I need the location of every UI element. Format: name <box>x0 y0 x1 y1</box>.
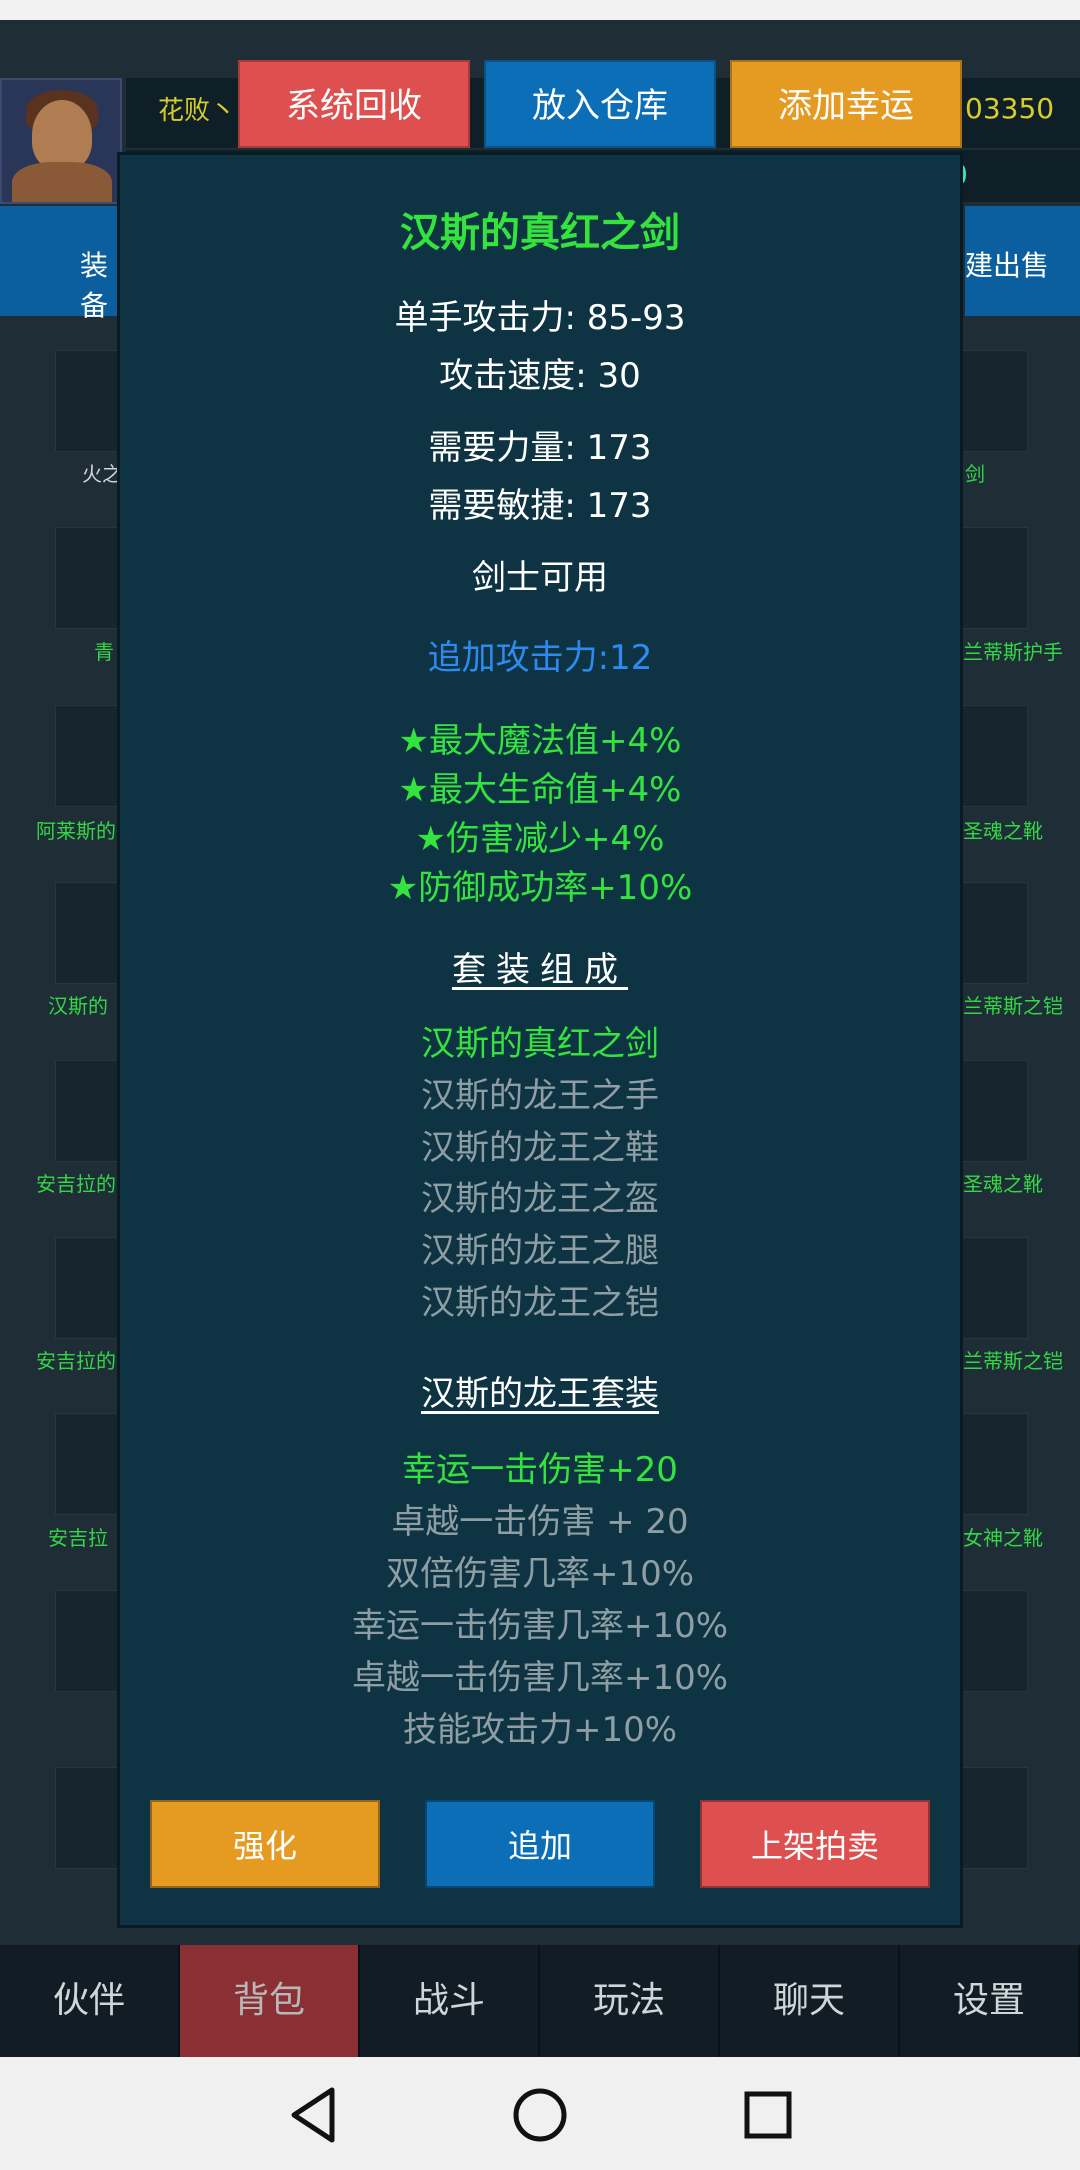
set-part: 汉斯的龙王之铠 <box>421 1283 659 1323</box>
recents-icon[interactable] <box>733 2080 803 2150</box>
inventory-slot-label: 青 <box>94 640 114 664</box>
set-part: 汉斯的龙王之手 <box>421 1076 659 1116</box>
excellent-option: ★伤害减少+4% <box>415 819 665 859</box>
inventory-slot-label: 剑 <box>965 462 985 486</box>
item-name: 汉斯的真红之剑 <box>400 210 680 256</box>
set-bonus: 卓越一击伤害几率+10% <box>351 1658 729 1698</box>
excellent-option: ★最大魔法值+4% <box>398 721 682 761</box>
set-part: 汉斯的龙王之腿 <box>421 1231 659 1271</box>
set-part: 汉斯的龙王之盔 <box>421 1179 659 1219</box>
set-bonus: 技能攻击力+10% <box>402 1710 678 1750</box>
item-class: 剑士可用 <box>472 558 608 598</box>
inventory-slot-label: 阿莱斯的 <box>36 819 116 843</box>
status-bar <box>0 0 1080 20</box>
excellent-option: ★防御成功率+10% <box>387 868 693 908</box>
avatar-face <box>32 100 92 170</box>
set-bonus: 双倍伤害几率+10% <box>385 1554 695 1594</box>
inventory-slot-label: 兰蒂斯护手 <box>963 640 1063 664</box>
back-icon[interactable] <box>282 2080 352 2150</box>
tab-sell-label: 建出售 <box>965 249 1050 282</box>
nav-settings[interactable]: 设置 <box>900 1945 1080 2057</box>
put-in-warehouse-button[interactable]: 放入仓库 <box>484 60 716 148</box>
set-bonus: 幸运一击伤害几率+10% <box>351 1606 729 1646</box>
home-icon[interactable] <box>505 2080 575 2150</box>
item-req-agility: 需要敏捷: 173 <box>428 486 652 526</box>
set-name: 汉斯的龙王套装 <box>421 1374 659 1414</box>
inventory-slot-label: 汉斯的 <box>48 994 108 1018</box>
nav-battle[interactable]: 战斗 <box>360 1945 540 2057</box>
set-bonus: 卓越一击伤害 + 20 <box>391 1502 689 1542</box>
inventory-slot-label: 圣魂之靴 <box>963 1172 1043 1196</box>
enhance-button[interactable]: 强化 <box>150 1800 380 1888</box>
inventory-slot-label: 安吉拉的 <box>36 1172 116 1196</box>
set-bonus: 幸运一击伤害+20 <box>402 1450 678 1490</box>
inventory-slot-label: 女神之靴 <box>963 1526 1043 1550</box>
system-recycle-button[interactable]: 系统回收 <box>238 60 470 148</box>
tab-equipment-label: 装备 <box>80 249 109 322</box>
gold-amount: 03350 <box>965 92 1055 125</box>
set-part: 汉斯的龙王之鞋 <box>421 1128 659 1168</box>
item-req-strength: 需要力量: 173 <box>428 428 652 468</box>
excellent-option: ★最大生命值+4% <box>398 770 682 810</box>
item-extra-attack: 追加攻击力:12 <box>427 638 653 678</box>
nav-partner[interactable]: 伙伴 <box>0 1945 180 2057</box>
nav-bag[interactable]: 背包 <box>180 1945 360 2057</box>
add-option-button[interactable]: 追加 <box>425 1800 655 1888</box>
inventory-slot-label: 安吉拉的 <box>36 1349 116 1373</box>
tab-sell[interactable]: 建出售 <box>965 206 1080 316</box>
nav-gameplay[interactable]: 玩法 <box>540 1945 720 2057</box>
set-part: 汉斯的真红之剑 <box>421 1024 659 1064</box>
inventory-slot-label: 火之 <box>82 462 122 486</box>
tab-equipment[interactable]: 装备 <box>0 206 118 322</box>
player-avatar[interactable] <box>0 78 122 204</box>
add-luck-button[interactable]: 添加幸运 <box>730 60 962 148</box>
item-attack: 单手攻击力: 85-93 <box>394 298 686 338</box>
set-composition-header: 套装组成 <box>452 950 628 990</box>
player-name: 花败丶 <box>158 96 237 126</box>
avatar-body <box>12 162 112 202</box>
inventory-slot-label: 兰蒂斯之铠 <box>963 994 1063 1018</box>
list-auction-button[interactable]: 上架拍卖 <box>700 1800 930 1888</box>
inventory-slot-label: 兰蒂斯之铠 <box>963 1349 1063 1373</box>
nav-chat[interactable]: 聊天 <box>720 1945 900 2057</box>
inventory-slot-label: 安吉拉 <box>48 1526 108 1550</box>
inventory-slot-label: 圣魂之靴 <box>963 819 1043 843</box>
item-speed: 攻击速度: 30 <box>439 356 641 396</box>
